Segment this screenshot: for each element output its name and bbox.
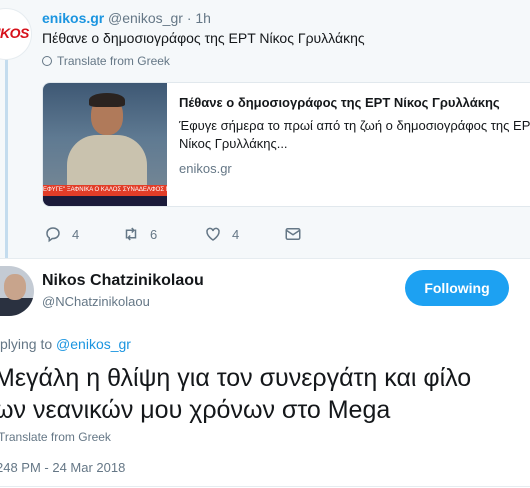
parent-author-handle: @enikos_gr [108, 10, 183, 26]
card-description: Έφυγε σήμερα το πρωί από τη ζωή ο δημοσι… [179, 118, 530, 151]
main-author-name[interactable]: Nikos Chatzinikolaou [42, 272, 204, 290]
card-image-footer [43, 196, 167, 206]
avatar-suit [0, 298, 34, 316]
enikos-logo-text: NIKOS [0, 25, 29, 41]
parent-translate-link[interactable]: Translate from Greek [42, 54, 170, 68]
like-count: 4 [232, 226, 240, 242]
main-tweet-text: Μεγάλη η θλίψη για τον συνεργάτη και φίλ… [0, 362, 530, 426]
divider [0, 258, 530, 259]
avatar-face [4, 274, 26, 300]
retweet-count: 6 [150, 226, 158, 242]
envelope-icon [285, 228, 301, 240]
card-domain: enikos.gr [179, 161, 232, 176]
enikos-avatar[interactable]: NIKOS [0, 8, 32, 60]
parent-tweet-time[interactable]: · 1h [187, 10, 211, 26]
parent-tweet[interactable]: NIKOS enikos.gr @enikos_gr · 1h Πέθανε ο… [0, 0, 530, 258]
replying-to: plying to @enikos_gr [0, 336, 131, 352]
heart-icon [206, 227, 220, 241]
replying-mention-link[interactable]: @enikos_gr [56, 336, 131, 352]
reply-button[interactable]: 4 [44, 225, 79, 243]
card-image-hair [89, 93, 125, 107]
main-author-avatar[interactable] [0, 266, 34, 316]
card-title: Πέθανε ο δημοσιογράφος της ΕΡΤ Νίκος Γρυ… [179, 95, 500, 110]
main-author-handle[interactable]: @NChatzinikolaou [42, 294, 150, 309]
main-tweet-text-line2: ων νεανικών μου χρόνων στο Mega [0, 396, 391, 424]
retweet-icon [125, 227, 137, 241]
card-image-banner: ΕΦΥΓΕ" ΞΑΦΝΙΚΑ Ο ΚΑΛΟΣ ΣΥΝΑΔΕΛΦΟΣ ΝΙΚΟΣ [43, 185, 167, 196]
main-tweet-text-line1: Μεγάλη η θλίψη για τον συνεργάτη και φίλ… [0, 364, 472, 392]
following-button[interactable]: Following [405, 270, 509, 306]
like-button[interactable]: 4 [204, 225, 239, 243]
card-thumbnail: ΕΦΥΓΕ" ΞΑΦΝΙΚΑ Ο ΚΑΛΟΣ ΣΥΝΑΔΕΛΦΟΣ ΝΙΚΟΣ [43, 83, 167, 206]
parent-tweet-text: Πέθανε ο δημοσιογράφος της ΕΡΤ Νίκος Γρυ… [42, 30, 365, 46]
tweet-timestamp: 248 PM - 24 Mar 2018 [0, 460, 126, 475]
parent-author-name[interactable]: enikos.gr [42, 10, 104, 26]
link-card[interactable]: ΕΦΥΓΕ" ΞΑΦΝΙΚΑ Ο ΚΑΛΟΣ ΣΥΝΑΔΕΛΦΟΣ ΝΙΚΟΣ … [42, 82, 530, 207]
retweet-button[interactable]: 6 [122, 225, 157, 243]
thread-line [5, 57, 8, 258]
direct-message-button[interactable] [284, 225, 302, 243]
reply-icon [46, 227, 60, 243]
globe-icon [42, 56, 52, 66]
parent-author-handle-time: @enikos_gr · 1h [108, 10, 211, 26]
reply-count: 4 [72, 226, 80, 242]
parent-translate-label: Translate from Greek [57, 54, 170, 68]
replying-prefix: plying to [0, 336, 57, 352]
main-translate-link[interactable]: Translate from Greek [0, 430, 111, 444]
bottom-divider [0, 486, 530, 487]
